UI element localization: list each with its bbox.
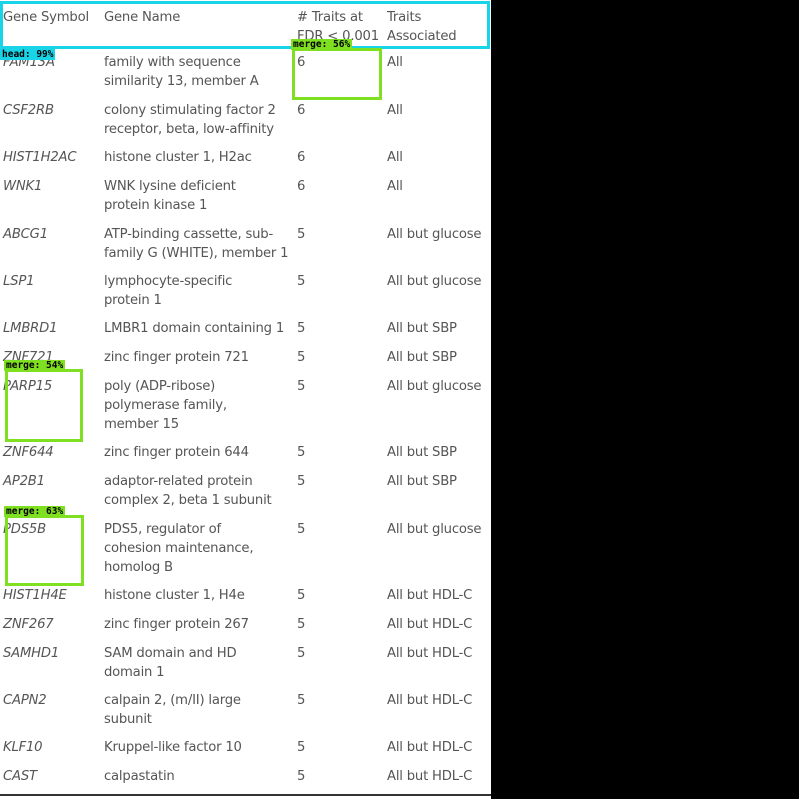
- gene-symbol-cell: CAST: [3, 769, 37, 784]
- gene-symbol-cell: PDS5B: [3, 522, 46, 537]
- gene-name-cell: colony stimulating factor 2 receptor, be…: [104, 103, 276, 137]
- traits-count-cell: 5: [297, 740, 306, 755]
- gene-name-cell: PDS5, regulator of cohesion maintenance,…: [104, 522, 254, 575]
- traits-count-cell: 6: [297, 55, 306, 70]
- traits-count-cell: 5: [297, 350, 306, 365]
- traits-count-cell: 5: [297, 646, 306, 661]
- gene-name-cell: lymphocyte-specific protein 1: [104, 274, 233, 308]
- traits-associated-cell: All but HDL-C: [387, 740, 473, 755]
- gene-name-cell: Kruppel-like factor 10: [104, 740, 242, 755]
- traits-associated-cell: All but glucose: [387, 379, 482, 394]
- traits-associated-cell: All but SBP: [387, 474, 457, 489]
- traits-count-cell: 5: [297, 274, 306, 289]
- gene-name-cell: SAM domain and HD domain 1: [104, 646, 237, 680]
- traits-associated-cell: All but SBP: [387, 445, 457, 460]
- header-gene-symbol: Gene Symbol: [3, 10, 89, 25]
- traits-count-cell: 5: [297, 474, 306, 489]
- traits-count-cell: 5: [297, 227, 306, 242]
- gene-name-cell: WNK lysine deficient protein kinase 1: [104, 179, 236, 213]
- gene-name-cell: histone cluster 1, H4e: [104, 588, 245, 603]
- gene-symbol-cell: LSP1: [3, 274, 35, 289]
- gene-symbol-cell: KLF10: [3, 740, 43, 755]
- gene-name-cell: adaptor-related protein complex 2, beta …: [104, 474, 272, 508]
- gene-name-cell: histone cluster 1, H2ac: [104, 150, 252, 165]
- gene-symbol-cell: ABCG1: [3, 227, 48, 242]
- traits-count-cell: 6: [297, 179, 306, 194]
- traits-associated-cell: All but HDL-C: [387, 693, 473, 708]
- gene-symbol-cell: FAM13A: [3, 55, 55, 70]
- traits-associated-cell: All but SBP: [387, 321, 457, 336]
- table-bottom-rule: [0, 794, 491, 796]
- gene-name-cell: family with sequence similarity 13, memb…: [104, 55, 259, 89]
- gene-symbol-cell: ZNF267: [3, 617, 54, 632]
- traits-count-cell: 6: [297, 150, 306, 165]
- gene-symbol-cell: ZNF721: [3, 350, 54, 365]
- header-gene-name: Gene Name: [104, 10, 181, 25]
- traits-associated-cell: All but HDL-C: [387, 646, 473, 661]
- traits-count-cell: 5: [297, 588, 306, 603]
- gene-name-cell: zinc finger protein 267: [104, 617, 249, 632]
- gene-symbol-cell: CSF2RB: [3, 103, 54, 118]
- traits-associated-cell: All but HDL-C: [387, 617, 473, 632]
- header-traits-count: # Traits at FDR < 0.001: [297, 10, 379, 44]
- traits-count-cell: 5: [297, 522, 306, 537]
- traits-count-cell: 5: [297, 617, 306, 632]
- traits-associated-cell: All but HDL-C: [387, 588, 473, 603]
- traits-count-cell: 6: [297, 103, 306, 118]
- gene-symbol-cell: ZNF644: [3, 445, 54, 460]
- gene-symbol-cell: CAPN2: [3, 693, 47, 708]
- traits-associated-cell: All but HDL-C: [387, 769, 473, 784]
- traits-count-cell: 5: [297, 379, 306, 394]
- traits-associated-cell: All: [387, 55, 403, 70]
- gene-name-cell: zinc finger protein 644: [104, 445, 249, 460]
- traits-associated-cell: All but glucose: [387, 274, 482, 289]
- header-traits-associated: Traits Associated: [387, 10, 457, 44]
- traits-associated-cell: All but SBP: [387, 350, 457, 365]
- traits-count-cell: 5: [297, 321, 306, 336]
- traits-associated-cell: All: [387, 179, 403, 194]
- traits-associated-cell: All: [387, 150, 403, 165]
- traits-associated-cell: All: [387, 103, 403, 118]
- gene-name-cell: zinc finger protein 721: [104, 350, 249, 365]
- gene-name-cell: calpastatin: [104, 769, 175, 784]
- gene-name-cell: LMBR1 domain containing 1: [104, 321, 285, 336]
- gene-symbol-cell: SAMHD1: [3, 646, 60, 661]
- gene-symbol-cell: PARP15: [3, 379, 53, 394]
- traits-count-cell: 5: [297, 693, 306, 708]
- traits-associated-cell: All but glucose: [387, 227, 482, 242]
- traits-count-cell: 5: [297, 445, 306, 460]
- gene-name-cell: poly (ADP-ribose) polymerase family, mem…: [104, 379, 227, 432]
- gene-symbol-cell: HIST1H2AC: [3, 150, 77, 165]
- gene-name-cell: calpain 2, (m/II) large subunit: [104, 693, 241, 727]
- gene-symbol-cell: HIST1H4E: [3, 588, 67, 603]
- document-page: Gene Symbol Gene Name # Traits at FDR < …: [0, 0, 491, 799]
- gene-symbol-cell: WNK1: [3, 179, 43, 194]
- traits-count-cell: 5: [297, 769, 306, 784]
- traits-associated-cell: All but glucose: [387, 522, 482, 537]
- gene-symbol-cell: LMBRD1: [3, 321, 58, 336]
- gene-name-cell: ATP-binding cassette, sub- family G (WHI…: [104, 227, 289, 261]
- gene-symbol-cell: AP2B1: [3, 474, 45, 489]
